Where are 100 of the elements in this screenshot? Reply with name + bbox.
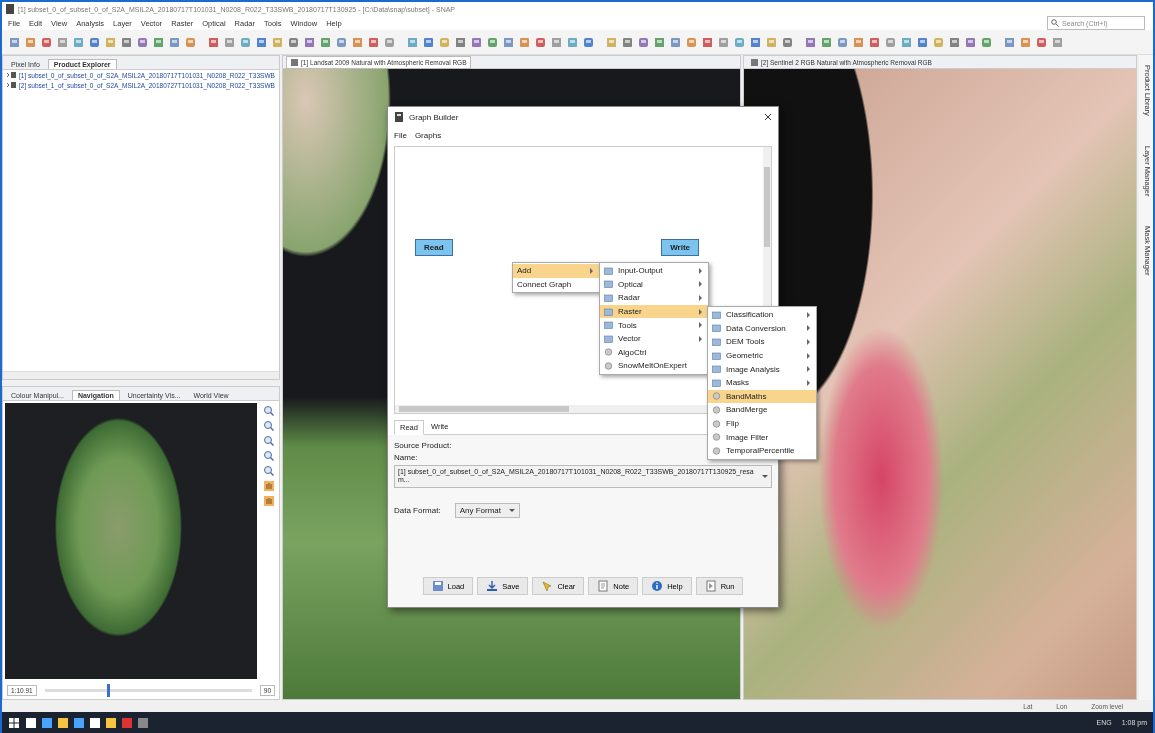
tool-icon[interactable] bbox=[765, 35, 778, 49]
tool-icon[interactable] bbox=[1003, 35, 1016, 49]
tool-icon[interactable] bbox=[518, 35, 531, 49]
tool-icon[interactable] bbox=[1051, 35, 1064, 49]
tool-icon[interactable] bbox=[120, 35, 133, 49]
taskbar-app-icon[interactable] bbox=[74, 717, 84, 728]
tool-icon[interactable] bbox=[820, 35, 833, 49]
graph-node[interactable]: Read bbox=[415, 239, 453, 256]
tool-icon[interactable] bbox=[367, 35, 380, 49]
tool-icon[interactable] bbox=[804, 35, 817, 49]
graph-node[interactable]: Write bbox=[661, 239, 699, 256]
taskbar-app-icon[interactable] bbox=[42, 717, 52, 728]
tool-icon[interactable] bbox=[868, 35, 881, 49]
menu-item[interactable]: Vector bbox=[600, 331, 708, 346]
tool-icon[interactable] bbox=[136, 35, 149, 49]
tool-icon[interactable] bbox=[335, 35, 348, 49]
tool-icon[interactable] bbox=[184, 35, 197, 49]
tool-icon[interactable] bbox=[255, 35, 268, 49]
tool-icon[interactable] bbox=[685, 35, 698, 49]
menu-item[interactable]: Add bbox=[513, 264, 599, 278]
tool-icon[interactable] bbox=[653, 35, 666, 49]
tool-icon[interactable] bbox=[422, 35, 435, 49]
tool-icon[interactable] bbox=[486, 35, 499, 49]
tool-icon[interactable] bbox=[271, 35, 284, 49]
tool-icon[interactable] bbox=[852, 35, 865, 49]
menu-item[interactable]: Flip bbox=[708, 416, 816, 431]
tool-icon[interactable] bbox=[900, 35, 913, 49]
tool-icon[interactable] bbox=[1019, 35, 1032, 49]
tool-icon[interactable] bbox=[223, 35, 236, 49]
tool-icon[interactable] bbox=[470, 35, 483, 49]
tool-icon[interactable] bbox=[438, 35, 451, 49]
zoom-out-icon[interactable] bbox=[263, 450, 275, 462]
menu-item[interactable]: Input-Output bbox=[600, 264, 708, 278]
tool-icon[interactable] bbox=[621, 35, 634, 49]
tool-icon[interactable] bbox=[566, 35, 579, 49]
tool-icon[interactable] bbox=[605, 35, 618, 49]
app-icon bbox=[6, 4, 14, 14]
menu-item[interactable]: Connect Graph bbox=[513, 277, 599, 292]
tool-icon[interactable] bbox=[351, 35, 364, 49]
tool-icon[interactable] bbox=[24, 35, 37, 49]
tool-icon[interactable] bbox=[406, 35, 419, 49]
tool-icon[interactable] bbox=[1035, 35, 1048, 49]
menu-item[interactable]: SnowMeltOnExpert bbox=[600, 359, 708, 373]
tool-icon[interactable] bbox=[502, 35, 515, 49]
tool-icon[interactable] bbox=[964, 35, 977, 49]
tool-icon[interactable] bbox=[980, 35, 993, 49]
data-format-dropdown[interactable]: Any Format bbox=[454, 502, 521, 518]
tool-icon[interactable] bbox=[207, 35, 220, 49]
tool-icon[interactable] bbox=[916, 35, 929, 49]
menu-item[interactable]: Tools bbox=[600, 318, 708, 332]
tool-icon[interactable] bbox=[733, 35, 746, 49]
menu-item[interactable]: Optical bbox=[600, 277, 708, 292]
tool-icon[interactable] bbox=[534, 35, 547, 49]
zoom-out-icon[interactable] bbox=[263, 420, 275, 432]
menu-item[interactable]: File bbox=[394, 130, 407, 140]
tool-icon[interactable] bbox=[168, 35, 181, 49]
tool-icon[interactable] bbox=[884, 35, 897, 49]
taskbar-app-icon[interactable] bbox=[58, 717, 68, 728]
tool-icon[interactable] bbox=[104, 35, 117, 49]
menu-item[interactable]: Image Filter bbox=[708, 430, 816, 444]
tool-icon[interactable] bbox=[319, 35, 332, 49]
menu-item[interactable]: Graphs bbox=[414, 130, 442, 140]
tool-icon[interactable] bbox=[287, 35, 300, 49]
tool-icon[interactable] bbox=[637, 35, 650, 49]
windows-logo-icon[interactable] bbox=[8, 716, 20, 729]
zoom-fit-icon[interactable] bbox=[263, 465, 275, 477]
taskbar-app-icon[interactable] bbox=[26, 717, 36, 728]
tool-icon[interactable] bbox=[781, 35, 794, 49]
tool-icon[interactable] bbox=[56, 35, 69, 49]
menu-item[interactable]: Radar bbox=[600, 291, 708, 305]
menu-item[interactable]: TemporalPercentile bbox=[708, 443, 816, 458]
tool-icon[interactable] bbox=[669, 35, 682, 49]
tool-icon[interactable] bbox=[40, 35, 53, 49]
tool-icon[interactable] bbox=[8, 35, 21, 49]
tool-icon[interactable] bbox=[550, 35, 563, 49]
close-icon[interactable] bbox=[764, 113, 772, 121]
tool-icon[interactable] bbox=[88, 35, 101, 49]
menu-item[interactable]: BandMaths bbox=[708, 389, 816, 404]
tool-icon[interactable] bbox=[72, 35, 85, 49]
map-thumbnail[interactable] bbox=[5, 403, 257, 679]
slider-thumb[interactable] bbox=[106, 683, 110, 697]
tool-icon[interactable] bbox=[454, 35, 467, 49]
taskbar-app-icon[interactable] bbox=[90, 717, 100, 728]
tool-icon[interactable] bbox=[749, 35, 762, 49]
tool-icon[interactable] bbox=[239, 35, 252, 49]
tool-icon[interactable] bbox=[152, 35, 165, 49]
menu-item[interactable]: Raster bbox=[600, 304, 708, 319]
horizontal-scrollbar[interactable] bbox=[3, 371, 279, 379]
tool-icon[interactable] bbox=[836, 35, 849, 49]
tool-icon[interactable] bbox=[582, 35, 595, 49]
zoom-in-icon[interactable] bbox=[263, 405, 275, 417]
tool-icon[interactable] bbox=[701, 35, 714, 49]
tool-icon[interactable] bbox=[717, 35, 730, 49]
tool-icon[interactable] bbox=[383, 35, 396, 49]
taskbar-app-icon[interactable] bbox=[106, 717, 116, 728]
tool-icon[interactable] bbox=[948, 35, 961, 49]
tool-icon[interactable] bbox=[932, 35, 945, 49]
menu-item[interactable]: AlgoCtrl bbox=[600, 345, 708, 360]
zoom-in-icon[interactable] bbox=[263, 435, 275, 447]
tool-icon[interactable] bbox=[303, 35, 316, 49]
